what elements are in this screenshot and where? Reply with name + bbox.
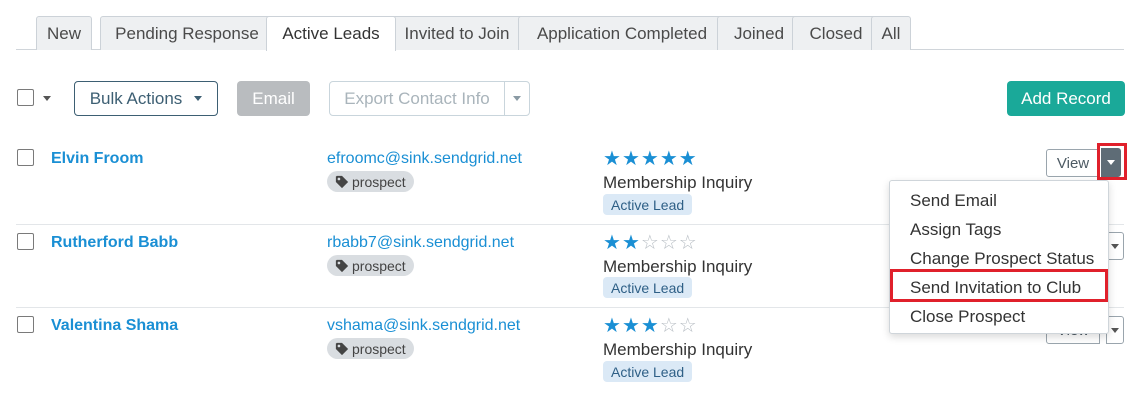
tab-invited-to-join[interactable]: Invited to Join (387, 16, 527, 50)
tab-label: New (46, 23, 81, 43)
star-filled-icon: ★ (603, 232, 622, 254)
tab-active-leads[interactable]: Active Leads (266, 16, 396, 51)
menu-item-send-invitation-to-club[interactable]: Send Invitation to Club (910, 278, 1081, 298)
star-filled-icon: ★ (640, 315, 660, 337)
email-button[interactable]: Email (237, 81, 310, 116)
menu-item-close-prospect[interactable]: Close Prospect (910, 307, 1025, 327)
bulk-actions-label: Bulk Actions (89, 88, 183, 108)
row-checkbox[interactable] (17, 149, 34, 166)
star-filled-icon: ★ (603, 148, 622, 170)
lead-name-link[interactable]: Rutherford Babb (51, 234, 178, 252)
select-all-caret-icon[interactable] (43, 96, 51, 101)
tag-badge: prospect (327, 255, 414, 276)
tab-label: Joined (733, 23, 785, 43)
tab-application-completed[interactable]: Application Completed (518, 16, 726, 50)
tab-all[interactable]: All (871, 16, 911, 50)
tab-pending-response[interactable]: Pending Response (100, 16, 274, 50)
tab-label: Active Leads (282, 24, 380, 43)
status-badge: Active Lead (603, 361, 693, 382)
tab-label: Pending Response (115, 23, 259, 43)
status-badge: Active Lead (603, 194, 693, 215)
highlight-box (1097, 143, 1127, 180)
export-options-button[interactable] (504, 81, 530, 116)
bulk-actions-button[interactable]: Bulk Actions (74, 81, 218, 116)
tag-label: prospect (352, 340, 406, 357)
chevron-down-icon (1111, 243, 1119, 249)
lead-email-link[interactable]: efroomc@sink.sendgrid.net (327, 150, 522, 168)
star-filled-icon: ★ (678, 148, 698, 170)
lead-source: Membership Inquiry (603, 173, 753, 192)
lead-name-link[interactable]: Valentina Shama (51, 317, 178, 335)
star-filled-icon: ★ (659, 148, 679, 170)
star-empty-icon: ☆ (659, 315, 679, 337)
star-filled-icon: ★ (621, 315, 641, 337)
email-button-label: Email (252, 88, 295, 108)
chevron-down-icon (1111, 327, 1119, 333)
tag-icon (335, 175, 349, 188)
tab-label: All (881, 23, 901, 43)
tag-icon (335, 259, 349, 272)
chevron-down-icon (513, 96, 521, 101)
status-tabs: New Pending Response Active Leads Invite… (16, 16, 1124, 51)
tab-new[interactable]: New (36, 16, 92, 50)
view-label: View (1056, 154, 1090, 172)
menu-item-send-email[interactable]: Send Email (910, 191, 997, 211)
menu-item-assign-tags[interactable]: Assign Tags (910, 220, 1001, 240)
star-filled-icon: ★ (640, 148, 660, 170)
add-record-label: Add Record (1021, 88, 1111, 108)
tab-label: Application Completed (536, 23, 708, 43)
star-filled-icon: ★ (603, 315, 622, 337)
star-filled-icon: ★ (621, 232, 641, 254)
select-all-checkbox[interactable] (17, 89, 34, 106)
tab-label: Closed (809, 23, 863, 43)
tag-label: prospect (352, 173, 406, 190)
export-contact-info-button[interactable]: Export Contact Info (329, 81, 505, 116)
star-empty-icon: ☆ (678, 232, 698, 254)
star-filled-icon: ★ (621, 148, 641, 170)
lead-name-link[interactable]: Elvin Froom (51, 150, 143, 168)
lead-source: Membership Inquiry (603, 257, 753, 276)
star-empty-icon: ☆ (678, 315, 698, 337)
menu-item-change-prospect-status[interactable]: Change Prospect Status (910, 249, 1094, 269)
row-actions-menu: Send Email Assign Tags Change Prospect S… (889, 180, 1109, 334)
row-checkbox[interactable] (17, 233, 34, 250)
add-record-button[interactable]: Add Record (1007, 81, 1125, 116)
view-button[interactable]: View (1046, 149, 1100, 177)
rating-stars: ★★★☆☆ (603, 316, 698, 336)
tab-joined[interactable]: Joined (717, 16, 801, 50)
lead-source: Membership Inquiry (603, 340, 753, 359)
tag-label: prospect (352, 257, 406, 274)
export-button-label: Export Contact Info (344, 88, 490, 108)
lead-email-link[interactable]: rbabb7@sink.sendgrid.net (327, 234, 514, 252)
tab-closed[interactable]: Closed (792, 16, 880, 50)
rating-stars: ★★☆☆☆ (603, 233, 698, 253)
status-badge: Active Lead (603, 277, 693, 298)
tab-label: Invited to Join (404, 23, 510, 43)
chevron-down-icon (194, 96, 203, 101)
tag-icon (335, 342, 349, 355)
rating-stars: ★★★★★ (603, 149, 698, 169)
lead-email-link[interactable]: vshama@sink.sendgrid.net (327, 317, 520, 335)
star-empty-icon: ☆ (659, 232, 679, 254)
tag-badge: prospect (327, 171, 414, 192)
star-empty-icon: ☆ (640, 232, 660, 254)
tag-badge: prospect (327, 338, 414, 359)
row-checkbox[interactable] (17, 316, 34, 333)
